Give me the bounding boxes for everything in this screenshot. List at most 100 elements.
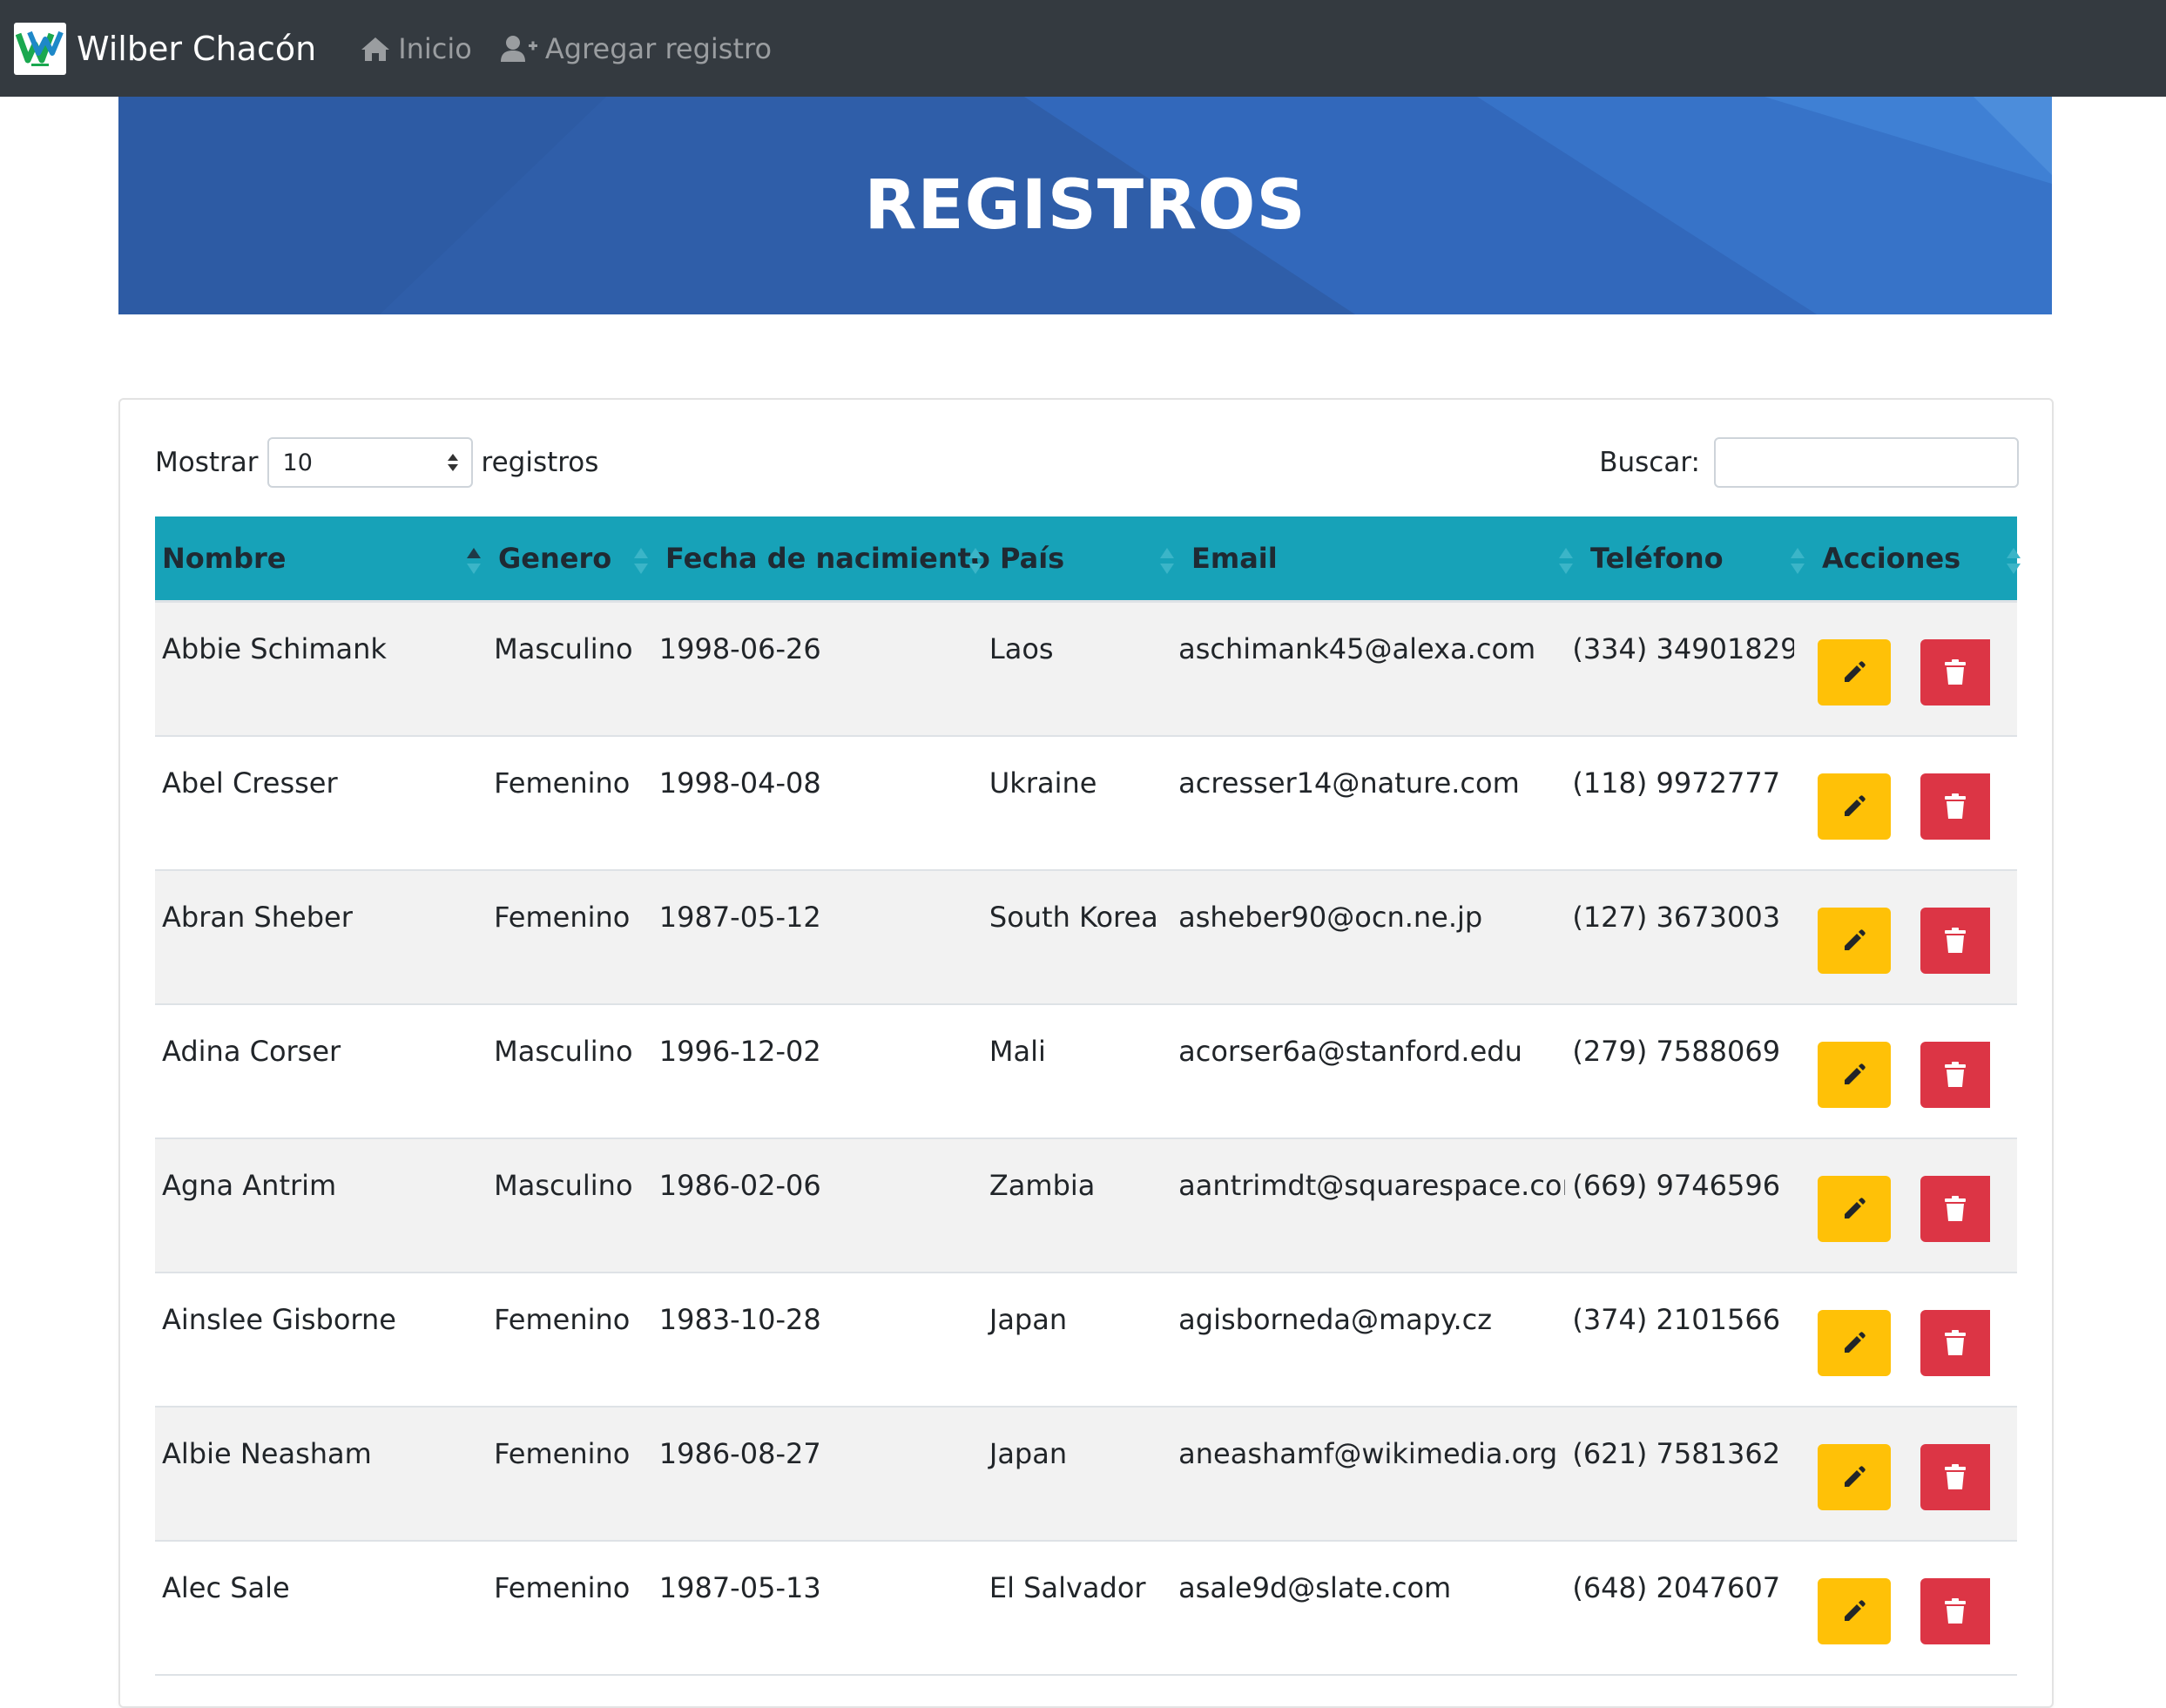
- cell-email: acresser14@nature.com: [1178, 766, 1520, 800]
- cell-genero: Femenino: [494, 766, 631, 800]
- cell-nombre: Abbie Schimank: [162, 632, 387, 665]
- table-row: Albie Neasham Femenino 1986-08-27 Japan …: [155, 1408, 2017, 1542]
- delete-button[interactable]: [1920, 773, 1990, 840]
- page-size-value: 10: [282, 449, 313, 476]
- cell-pais: El Salvador: [989, 1571, 1146, 1604]
- edit-button[interactable]: [1818, 1310, 1891, 1376]
- cell-acciones: [1794, 871, 2017, 1003]
- edit-button[interactable]: [1818, 1444, 1891, 1510]
- delete-button[interactable]: [1920, 1310, 1990, 1376]
- cell-pais: Laos: [989, 632, 1054, 665]
- table-header: Nombre Genero Fecha de nacimiento País E…: [155, 516, 2021, 603]
- table-row: Alec Sale Femenino 1987-05-13 El Salvado…: [155, 1542, 2017, 1676]
- delete-button[interactable]: [1920, 1444, 1990, 1510]
- table-row: Abran Sheber Femenino 1987-05-12 South K…: [155, 871, 2017, 1005]
- records-card: Mostrar 10 registros Buscar: Nombre Gene…: [118, 398, 2054, 1708]
- cell-email: asale9d@slate.com: [1178, 1571, 1452, 1604]
- table-row: Agna Antrim Masculino 1986-02-06 Zambia …: [155, 1139, 2017, 1273]
- user-plus-icon: [500, 35, 537, 62]
- search-label: Buscar:: [1599, 447, 1700, 478]
- delete-button[interactable]: [1920, 1042, 1990, 1108]
- delete-button[interactable]: [1920, 639, 1990, 705]
- cell-genero: Femenino: [494, 901, 631, 934]
- sort-icon: [634, 548, 648, 574]
- cell-acciones: [1794, 603, 2017, 735]
- cell-fecha: 1986-08-27: [658, 1437, 821, 1470]
- edit-button[interactable]: [1818, 1042, 1891, 1108]
- pencil-icon: [1845, 795, 1866, 816]
- cell-fecha: 1998-06-26: [658, 632, 821, 665]
- pencil-icon: [1845, 929, 1866, 950]
- navbar: Wilber Chacón Inicio Agregar registro: [0, 0, 2166, 97]
- cell-telefono: (334) 34901829: [1572, 632, 1794, 665]
- records-label: registros: [481, 447, 599, 478]
- delete-button[interactable]: [1920, 1176, 1990, 1242]
- pencil-icon: [1845, 1198, 1866, 1219]
- table-row: Abel Cresser Femenino 1998-04-08 Ukraine…: [155, 737, 2017, 871]
- search-control: Buscar:: [1599, 435, 2019, 490]
- column-header-nombre[interactable]: Nombre: [155, 516, 491, 600]
- cell-genero: Masculino: [494, 1169, 633, 1202]
- cell-fecha: 1998-04-08: [658, 766, 821, 800]
- table-row: Abbie Schimank Masculino 1998-06-26 Laos…: [155, 603, 2017, 737]
- cell-pais: Zambia: [989, 1169, 1096, 1202]
- edit-button[interactable]: [1818, 639, 1891, 705]
- trash-icon: [1945, 1598, 1966, 1624]
- search-input[interactable]: [1714, 437, 2019, 488]
- cell-nombre: Abel Cresser: [162, 766, 338, 800]
- delete-button[interactable]: [1920, 1578, 1990, 1644]
- pencil-icon: [1845, 1332, 1866, 1353]
- cell-telefono: (621) 7581362: [1572, 1437, 1781, 1470]
- nav-link-inicio[interactable]: Inicio: [360, 32, 472, 65]
- brand-name: Wilber Chacón: [77, 29, 317, 68]
- cell-pais: South Korea: [989, 901, 1158, 934]
- cell-acciones: [1794, 1273, 2017, 1406]
- edit-button[interactable]: [1818, 908, 1891, 974]
- nav-link-label: Agregar registro: [544, 31, 773, 65]
- brand[interactable]: Wilber Chacón: [14, 22, 317, 75]
- cell-pais: Japan: [989, 1437, 1068, 1470]
- column-header-acciones[interactable]: Acciones: [1815, 516, 2021, 600]
- cell-genero: Femenino: [494, 1437, 631, 1470]
- page-size-select[interactable]: 10: [267, 437, 473, 488]
- cell-acciones: [1794, 1408, 2017, 1540]
- column-header-pais[interactable]: País: [993, 516, 1184, 600]
- trash-icon: [1945, 928, 1966, 953]
- sort-ascending-icon: [467, 548, 481, 574]
- brand-logo-icon: [14, 22, 66, 75]
- sort-icon: [1160, 548, 1174, 574]
- cell-email: agisborneda@mapy.cz: [1178, 1303, 1493, 1336]
- trash-icon: [1945, 1062, 1966, 1087]
- column-header-telefono[interactable]: Teléfono: [1583, 516, 1815, 600]
- edit-button[interactable]: [1818, 773, 1891, 840]
- nav-link-agregar-registro[interactable]: Agregar registro: [500, 32, 772, 65]
- cell-nombre: Ainslee Gisborne: [162, 1303, 396, 1336]
- cell-genero: Femenino: [494, 1303, 631, 1336]
- cell-nombre: Abran Sheber: [162, 901, 353, 934]
- sort-icon: [2007, 548, 2021, 574]
- cell-genero: Femenino: [494, 1571, 631, 1604]
- column-header-email[interactable]: Email: [1184, 516, 1583, 600]
- trash-icon: [1945, 1330, 1966, 1355]
- table-body: Abbie Schimank Masculino 1998-06-26 Laos…: [155, 603, 2017, 1676]
- cell-fecha: 1987-05-13: [658, 1571, 821, 1604]
- cell-telefono: (648) 2047607: [1572, 1571, 1781, 1604]
- edit-button[interactable]: [1818, 1176, 1891, 1242]
- delete-button[interactable]: [1920, 908, 1990, 974]
- cell-nombre: Adina Corser: [162, 1035, 341, 1068]
- edit-button[interactable]: [1818, 1578, 1891, 1644]
- cell-telefono: (118) 9972777: [1572, 766, 1781, 800]
- cell-genero: Masculino: [494, 1035, 633, 1068]
- cell-fecha: 1983-10-28: [658, 1303, 821, 1336]
- cell-genero: Masculino: [494, 632, 633, 665]
- cell-email: acorser6a@stanford.edu: [1178, 1035, 1522, 1068]
- table-row: Ainslee Gisborne Femenino 1983-10-28 Jap…: [155, 1273, 2017, 1408]
- trash-icon: [1945, 1196, 1966, 1221]
- show-label: Mostrar: [155, 447, 259, 478]
- home-icon: [361, 37, 390, 61]
- sort-icon: [968, 548, 982, 574]
- column-header-fecha[interactable]: Fecha de nacimiento: [658, 516, 993, 600]
- page-title: REGISTROS: [864, 166, 1306, 245]
- column-header-genero[interactable]: Genero: [491, 516, 658, 600]
- cell-acciones: [1794, 737, 2017, 869]
